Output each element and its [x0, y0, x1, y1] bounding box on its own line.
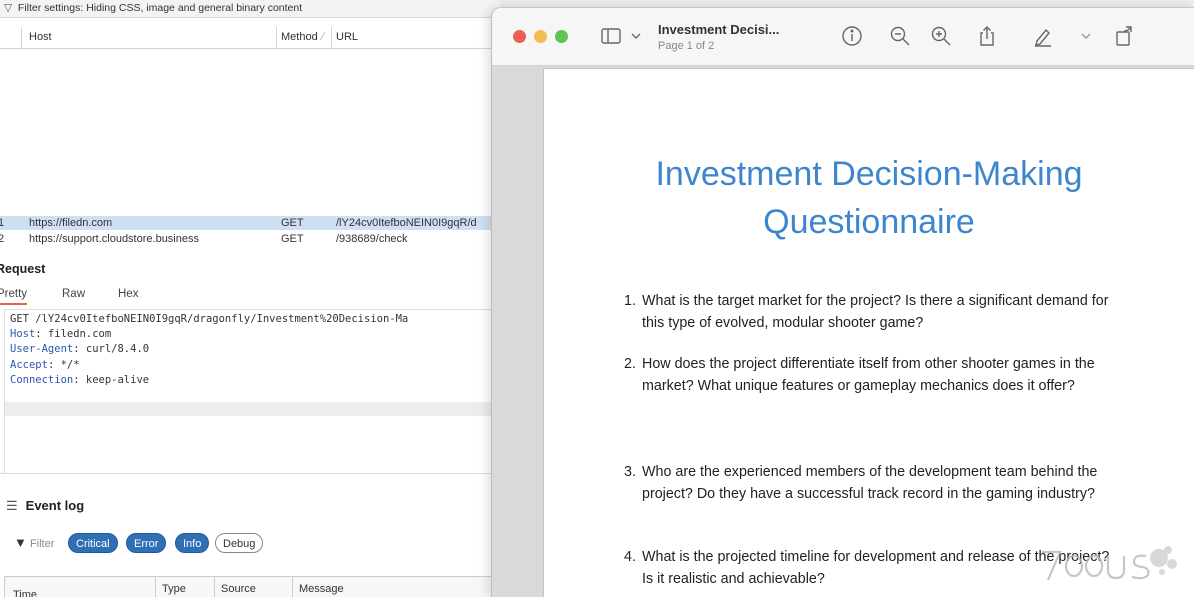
request-line: GET /lY24cv0ItefboNEIN0I9gqR/dragonfly/I… [10, 313, 409, 325]
column-divider [214, 577, 215, 597]
row-method: GET [281, 217, 304, 229]
preview-toolbar: Investment Decisi... Page 1 of 2 [492, 8, 1194, 66]
document-title: Investment Decisi... [658, 22, 780, 37]
column-source[interactable]: Source [221, 583, 256, 595]
history-row[interactable]: 2 https://support.cloudstore.business GE… [0, 232, 500, 246]
header-line: Connection: keep-alive [10, 373, 150, 386]
filter-error-toggle[interactable]: Error [126, 533, 167, 553]
request-title: Request [0, 262, 46, 276]
column-divider [155, 577, 156, 597]
zoom-out-icon[interactable] [888, 24, 912, 48]
page-indicator: Page 1 of 2 [658, 40, 715, 52]
row-number: 1 [0, 217, 5, 229]
column-message[interactable]: Message [299, 583, 344, 595]
info-icon[interactable] [840, 24, 864, 48]
tab-pretty[interactable]: Pretty [0, 288, 28, 305]
close-button[interactable] [513, 30, 526, 43]
history-row-selected[interactable]: 1 https://filedn.com GET /lY24cv0ItefboN… [0, 216, 500, 230]
document-heading: Investment Decision-Making Questionnaire [655, 155, 1083, 241]
row-number: 2 [0, 233, 5, 245]
divider [0, 473, 500, 474]
history-column-header: Host Method ∕ URL [0, 27, 500, 49]
column-divider [292, 577, 293, 597]
chevron-down-icon[interactable] [624, 24, 641, 48]
column-divider [276, 27, 277, 49]
filter-debug-toggle[interactable]: Debug [215, 533, 264, 553]
document-page: Investment Decision-Making Questionnaire… [543, 68, 1194, 597]
sort-asc-icon[interactable]: ∕ [322, 31, 324, 43]
column-host[interactable]: Host [29, 31, 52, 43]
header-line: Host: filedn.com [10, 328, 112, 341]
current-line-highlight [5, 402, 500, 416]
column-type[interactable]: Type [162, 583, 186, 595]
filter-critical-toggle[interactable]: Critical [68, 533, 118, 553]
row-url: /lY24cv0ItefboNEIN0I9gqR/d [336, 217, 477, 229]
column-divider [21, 27, 22, 49]
chevron-down-icon: ⌄ [13, 590, 23, 597]
event-log-column-header: Time ⌄ Type Source Message [4, 576, 500, 597]
header-line: Accept: */* [10, 358, 80, 371]
zoom-button[interactable] [555, 30, 568, 43]
filter-info-toggle[interactable]: Info [175, 533, 210, 553]
event-log-title: ☰ Event log [6, 498, 85, 513]
chevron-down-icon[interactable] [1074, 24, 1091, 48]
list-item: 2. How does the project differentiate it… [624, 356, 1095, 394]
list-item: 3. Who are the experienced members of th… [624, 464, 1098, 502]
minimize-button[interactable] [534, 30, 547, 43]
row-host: https://support.cloudstore.business [29, 233, 199, 245]
tab-hex[interactable]: Hex [118, 288, 138, 300]
markup-icon[interactable] [1031, 24, 1055, 48]
column-url[interactable]: URL [336, 31, 358, 43]
rotate-icon[interactable] [1113, 24, 1137, 48]
list-item: 1. What is the target market for the pro… [624, 293, 1109, 331]
preview-window: Investment Decisi... Page 1 of 2 Investm… [491, 7, 1194, 597]
sidebar-icon[interactable] [599, 24, 623, 48]
proxy-panel: ▽ Filter settings: Hiding CSS, image and… [0, 0, 500, 597]
column-divider [331, 27, 332, 49]
watermark-logo [1042, 546, 1177, 581]
filter-settings-bar[interactable]: ▽ Filter settings: Hiding CSS, image and… [0, 0, 500, 18]
row-url: /938689/check [336, 233, 408, 245]
row-host: https://filedn.com [29, 217, 113, 229]
header-line: User-Agent: curl/8.4.0 [10, 343, 150, 356]
filter-settings-text: Filter settings: Hiding CSS, image and g… [17, 2, 303, 14]
row-method: GET [281, 233, 304, 245]
column-method[interactable]: Method [281, 31, 318, 43]
share-icon[interactable] [975, 24, 999, 48]
filter-icon: ▼ [14, 535, 27, 550]
request-editor[interactable]: GET /lY24cv0ItefboNEIN0I9gqR/dragonfly/I… [4, 309, 500, 473]
zoom-in-icon[interactable] [929, 24, 953, 48]
list-icon: ☰ [6, 498, 18, 513]
event-filter-label[interactable]: ▼ Filter [14, 535, 54, 550]
tab-raw[interactable]: Raw [62, 288, 85, 300]
filter-icon: ▽ [4, 2, 13, 14]
